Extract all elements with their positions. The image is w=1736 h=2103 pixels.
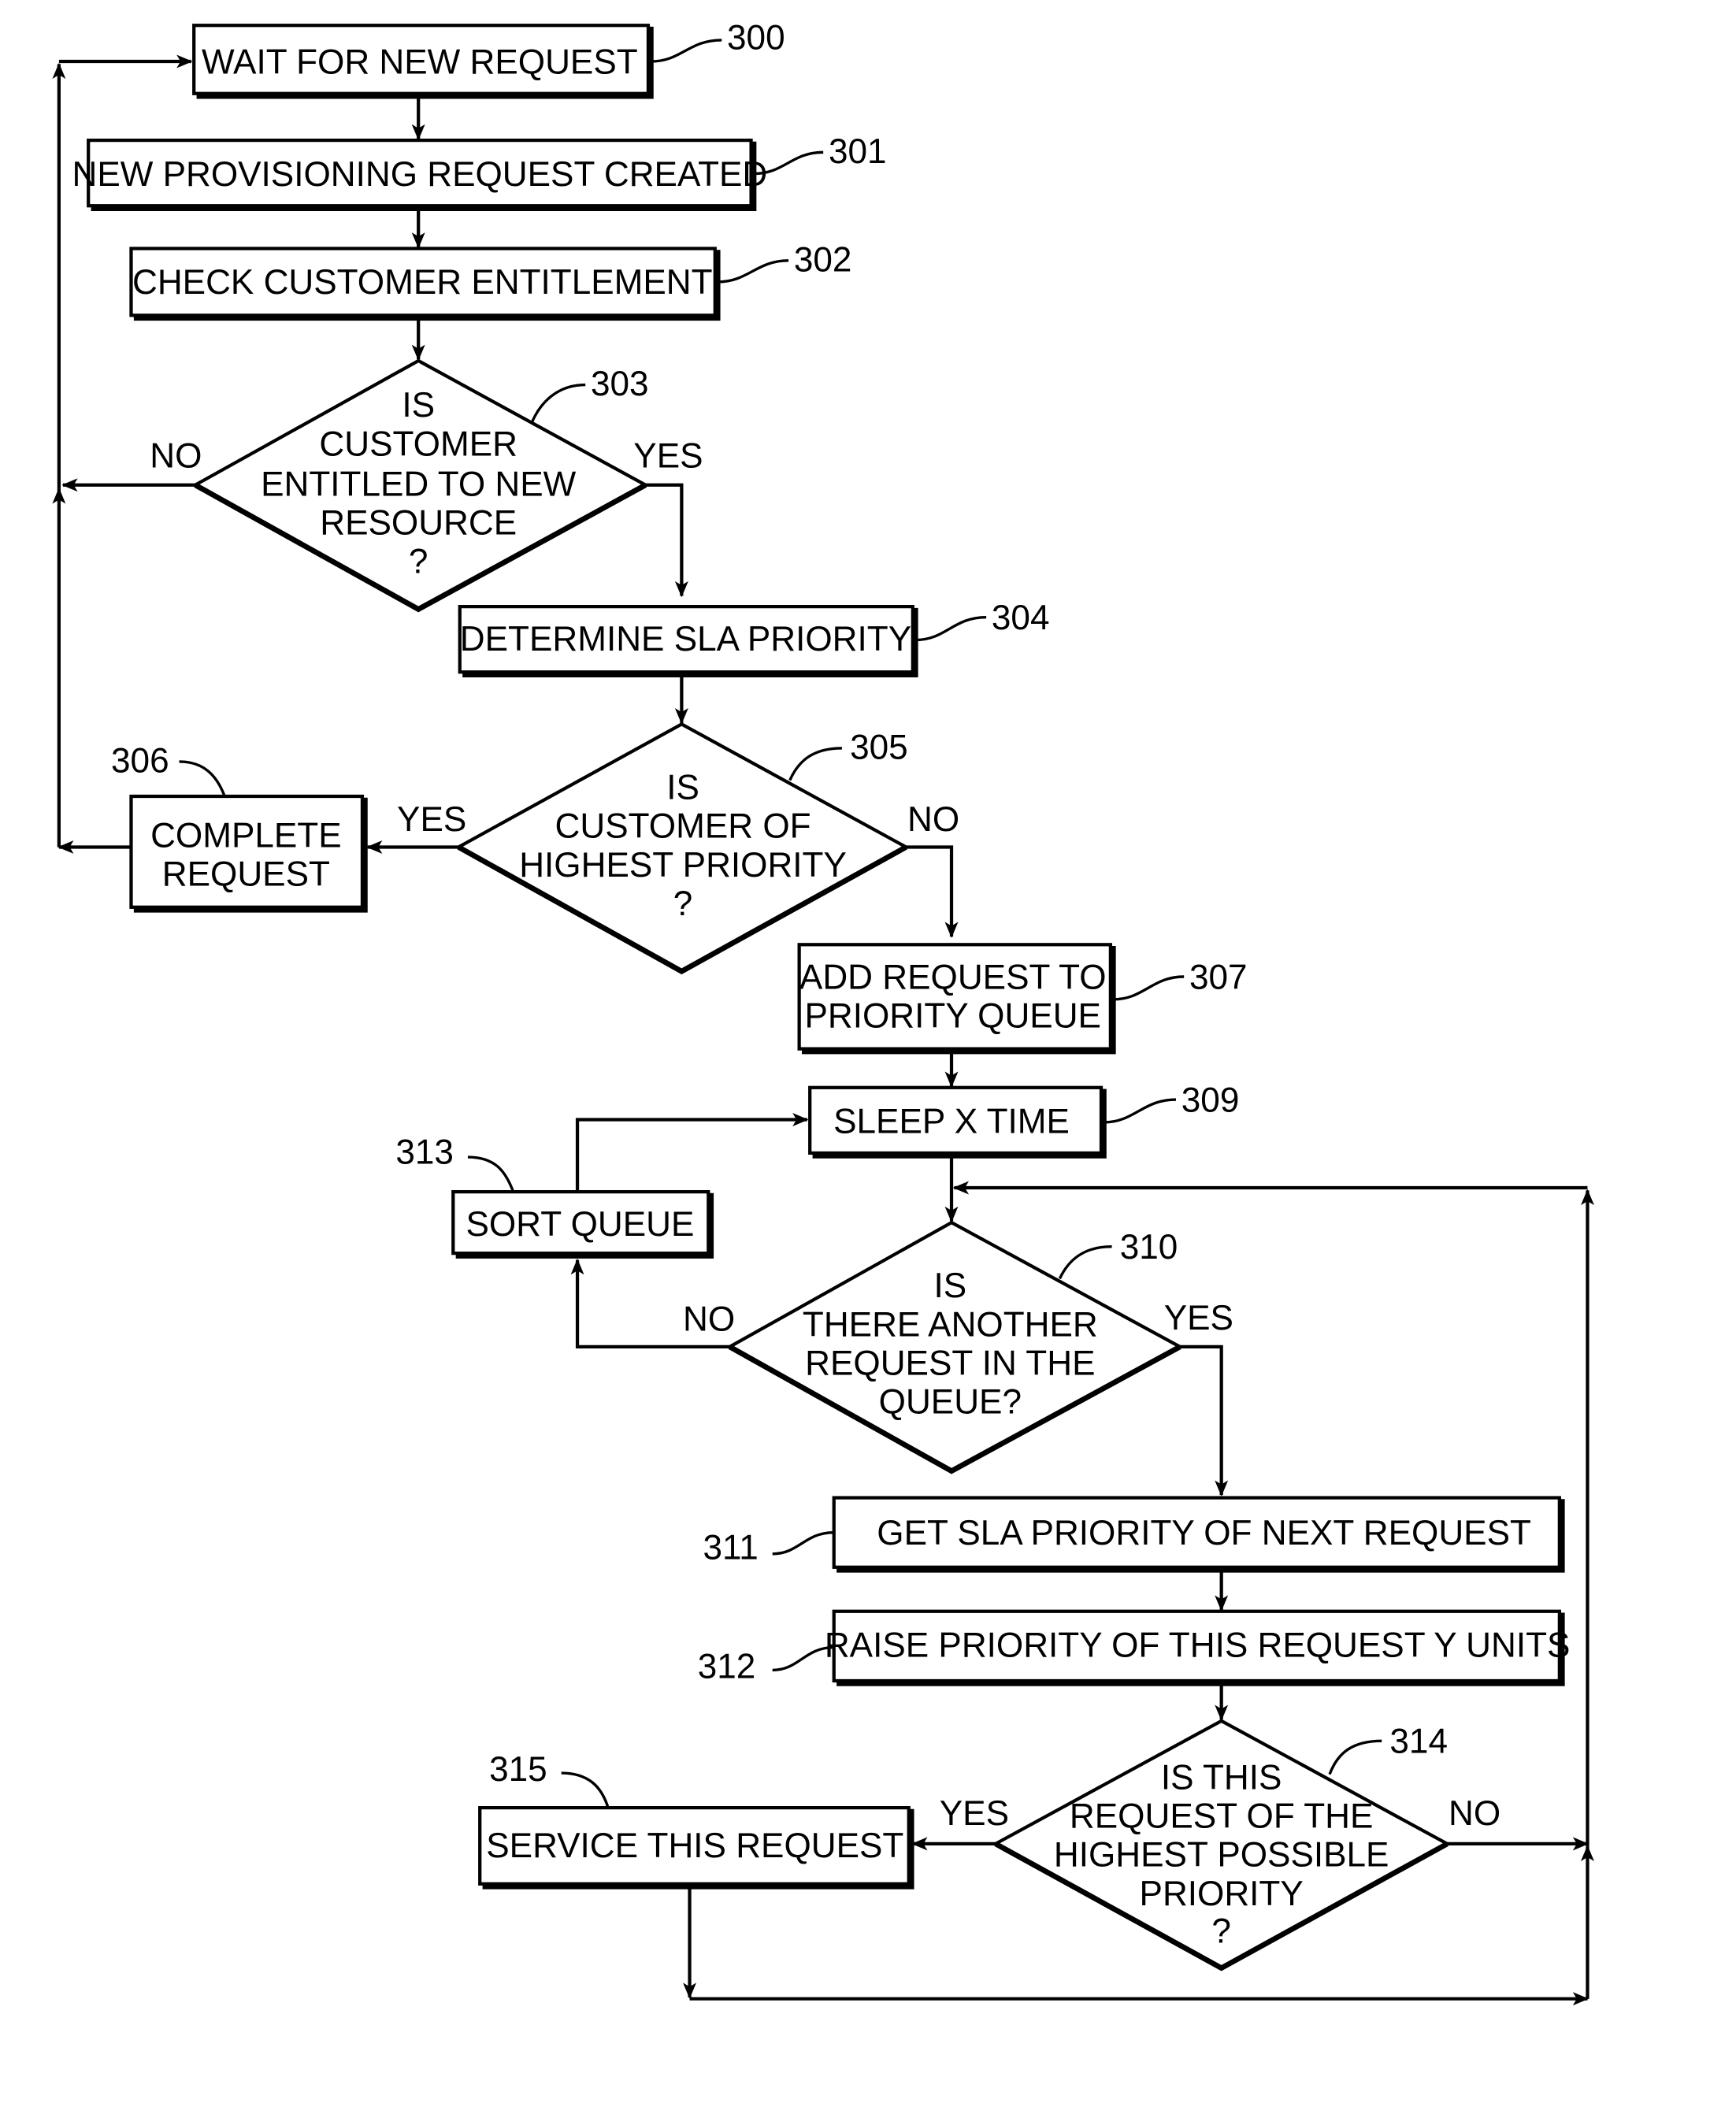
branch-310-yes: YES	[1164, 1299, 1233, 1337]
decision-305-line-2: CUSTOMER OF	[555, 807, 811, 846]
step-315-label: SERVICE THIS REQUEST	[486, 1827, 903, 1865]
decision-303-line-2: CUSTOMER	[319, 425, 517, 463]
step-311-label: GET SLA PRIORITY OF NEXT REQUEST	[877, 1514, 1531, 1552]
ref-306: 306	[111, 741, 169, 780]
step-312: RAISE PRIORITY OF THIS REQUEST Y UNITS 3…	[698, 1609, 1571, 1686]
decision-303: IS CUSTOMER ENTITLED TO NEW RESOURCE ? 3…	[150, 358, 703, 613]
arrow-303-yes	[645, 483, 688, 598]
decision-305-line-3: HIGHEST PRIORITY	[519, 846, 847, 885]
ref-314: 314	[1389, 1723, 1448, 1761]
step-311: GET SLA PRIORITY OF NEXT REQUEST 311	[703, 1496, 1565, 1573]
step-300: WAIT FOR NEW REQUEST 300	[192, 19, 785, 99]
ref-307: 307	[1189, 958, 1248, 996]
step-306-line-1: COMPLETE	[150, 816, 342, 855]
step-301-label: NEW PROVISIONING REQUEST CREATED	[72, 155, 767, 194]
decision-310-line-2: THERE ANOTHER	[803, 1305, 1098, 1344]
decision-303-line-3: ENTITLED TO NEW	[261, 465, 577, 503]
decision-314-line-4: PRIORITY	[1140, 1875, 1304, 1913]
branch-310-no: NO	[683, 1300, 735, 1339]
step-307: ADD REQUEST TO PRIORITY QUEUE 307	[797, 943, 1248, 1055]
ref-300: 300	[727, 19, 785, 57]
decision-303-line-4: RESOURCE	[320, 504, 517, 543]
decision-303-line-1: IS	[402, 386, 435, 425]
decision-303-line-5: ?	[409, 543, 428, 581]
decision-310-line-4: QUEUE?	[879, 1383, 1022, 1422]
step-304-label: DETERMINE SLA PRIORITY	[460, 620, 911, 658]
branch-305-yes: YES	[397, 800, 466, 839]
ref-315: 315	[489, 1750, 547, 1789]
step-302: CHECK CUSTOMER ENTITLEMENT 302	[129, 240, 852, 321]
step-307-line-1: ADD REQUEST TO	[799, 958, 1107, 996]
arrow-313-309	[575, 1113, 809, 1191]
step-307-line-2: PRIORITY QUEUE	[804, 996, 1101, 1035]
ref-305: 305	[850, 729, 908, 767]
decision-314: IS THIS REQUEST OF THE HIGHEST POSSIBLE …	[940, 1719, 1500, 1971]
ref-303: 303	[591, 365, 649, 403]
step-302-label: CHECK CUSTOMER ENTITLEMENT	[132, 263, 713, 302]
step-315: SERVICE THIS REQUEST 315	[478, 1750, 914, 1890]
ref-312: 312	[698, 1648, 756, 1686]
decision-310: IS THERE ANOTHER REQUEST IN THE QUEUE? 3…	[683, 1220, 1233, 1474]
step-309: SLEEP X TIME 309	[808, 1081, 1240, 1159]
step-301: NEW PROVISIONING REQUEST CREATED 301	[72, 132, 887, 212]
flowchart: WAIT FOR NEW REQUEST 300 NEW PROVISIONIN…	[52, 19, 1594, 2006]
decision-314-line-5: ?	[1211, 1912, 1231, 1950]
ref-309: 309	[1181, 1081, 1240, 1119]
ref-304: 304	[992, 599, 1050, 637]
decision-314-line-1: IS THIS	[1161, 1758, 1282, 1797]
decision-305-line-1: IS	[666, 768, 699, 807]
ref-311: 311	[703, 1529, 759, 1567]
step-312-label: RAISE PRIORITY OF THIS REQUEST Y UNITS	[825, 1626, 1571, 1664]
branch-303-yes: YES	[633, 437, 703, 476]
step-309-label: SLEEP X TIME	[833, 1102, 1070, 1141]
branch-303-no: NO	[150, 437, 202, 476]
decision-310-line-1: IS	[933, 1267, 966, 1305]
step-306: COMPLETE REQUEST 306	[111, 741, 368, 913]
decision-314-line-2: REQUEST OF THE	[1070, 1797, 1373, 1836]
ref-302: 302	[794, 240, 852, 279]
decision-305-line-4: ?	[673, 885, 693, 923]
step-300-label: WAIT FOR NEW REQUEST	[202, 43, 638, 81]
arrow-305-no	[906, 845, 959, 938]
ref-301-text: 301	[829, 132, 887, 171]
ref-310: 310	[1120, 1228, 1178, 1267]
ref-313: 313	[395, 1133, 454, 1171]
branch-305-no: NO	[907, 800, 959, 839]
decision-314-line-3: HIGHEST POSSIBLE	[1054, 1836, 1389, 1875]
decision-310-line-3: REQUEST IN THE	[805, 1345, 1095, 1383]
step-313-label: SORT QUEUE	[466, 1205, 694, 1244]
decision-305: IS CUSTOMER OF HIGHEST PRIORITY ? 305 YE…	[397, 721, 959, 975]
step-306-line-2: REQUEST	[162, 855, 330, 894]
step-304: DETERMINE SLA PRIORITY 304	[458, 599, 1050, 678]
step-313: SORT QUEUE 313	[395, 1133, 714, 1259]
branch-314-no: NO	[1449, 1794, 1500, 1833]
branch-314-yes: YES	[940, 1794, 1009, 1833]
arrow-310-yes	[1180, 1345, 1229, 1497]
